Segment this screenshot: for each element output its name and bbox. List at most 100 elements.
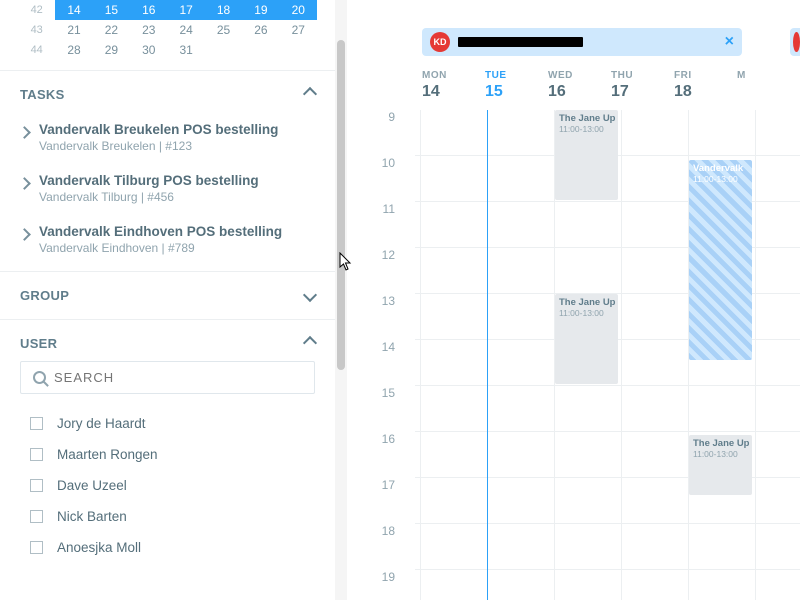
- day-header[interactable]: TUE 15: [485, 66, 548, 105]
- day-number: 14: [422, 83, 485, 101]
- day-number: 18: [674, 83, 737, 101]
- event-time: 11:00-13:00: [559, 124, 614, 134]
- mini-cal-day[interactable]: 28: [55, 40, 92, 60]
- day-header[interactable]: FRI18: [674, 66, 737, 105]
- mini-cal-day[interactable]: 14: [55, 0, 92, 20]
- checkbox[interactable]: [30, 541, 43, 554]
- task-title: Vandervalk Breukelen POS bestelling: [39, 122, 278, 137]
- hour-label: 18: [347, 524, 407, 570]
- user-row[interactable]: Jory de Haardt: [20, 408, 315, 439]
- day-label: THU: [611, 70, 674, 81]
- mini-cal-day[interactable]: [205, 40, 242, 60]
- day-header[interactable]: WED 16: [548, 66, 611, 105]
- user-name: Jory de Haardt: [57, 416, 146, 431]
- event-title: The Jane Up: [693, 438, 748, 449]
- user-header[interactable]: USER: [20, 336, 315, 351]
- mini-cal-day[interactable]: 24: [168, 20, 205, 40]
- checkbox[interactable]: [30, 448, 43, 461]
- event-time: 11:00-13:00: [693, 174, 748, 184]
- mini-cal-day[interactable]: 19: [242, 0, 279, 20]
- task-item[interactable]: Vandervalk Tilburg POS bestellingVanderv…: [20, 163, 315, 214]
- event-time: 11:00-13:00: [559, 308, 614, 318]
- mini-cal-day[interactable]: 27: [280, 20, 317, 40]
- day-label: TUE: [485, 70, 548, 81]
- hour-label: 16: [347, 432, 407, 478]
- scrollbar[interactable]: [335, 0, 347, 600]
- event-title: The Jane Up: [559, 297, 614, 308]
- task-item[interactable]: Vandervalk Eindhoven POS bestelling Vande…: [20, 214, 315, 265]
- grid-column: [420, 110, 487, 600]
- mini-cal-day[interactable]: [280, 40, 317, 60]
- hour-label: 19: [347, 570, 407, 600]
- mini-cal-day[interactable]: 29: [93, 40, 130, 60]
- calendar-event[interactable]: The Jane Up11:00-13:00: [555, 294, 618, 384]
- day-header[interactable]: M: [737, 66, 800, 105]
- grid-column: [621, 110, 688, 600]
- event-title: Vandervalk: [693, 163, 748, 174]
- hour-label: 17: [347, 478, 407, 524]
- day-label: M: [737, 70, 800, 81]
- task-item[interactable]: Vandervalk Breukelen POS bestelling Vande…: [20, 112, 315, 163]
- tasks-header[interactable]: TASKS: [20, 87, 315, 102]
- mini-cal-day[interactable]: 21: [55, 20, 92, 40]
- user-row[interactable]: Anoesjka Moll: [20, 532, 315, 563]
- week-number: 44: [18, 40, 55, 60]
- search-box[interactable]: [20, 361, 315, 394]
- user-row[interactable]: Maarten Rongen: [20, 439, 315, 470]
- task-subtitle: Vandervalk Breukelen | #123: [39, 139, 278, 153]
- mini-cal-day[interactable]: 31: [168, 40, 205, 60]
- user-row[interactable]: Dave Uzeel: [20, 470, 315, 501]
- resource-pill[interactable]: KD ×: [422, 28, 742, 56]
- mini-cal-day[interactable]: 17: [168, 0, 205, 20]
- hour-label: 15: [347, 386, 407, 432]
- calendar-event[interactable]: The Jane Up11:00-13:00: [555, 110, 618, 200]
- mini-cal-day[interactable]: 30: [130, 40, 167, 60]
- mini-cal-day[interactable]: 16: [130, 0, 167, 20]
- day-header[interactable]: THU 17: [611, 66, 674, 105]
- mini-cal-day[interactable]: 20: [280, 0, 317, 20]
- day-label: WED: [548, 70, 611, 81]
- group-header[interactable]: GROUP: [20, 288, 315, 303]
- mini-cal-day[interactable]: 18: [205, 0, 242, 20]
- resource-name: [458, 37, 583, 47]
- mini-cal-day[interactable]: 23: [130, 20, 167, 40]
- checkbox[interactable]: [30, 479, 43, 492]
- chevron-up-icon: [305, 336, 315, 351]
- day-number: 17: [611, 83, 674, 101]
- checkbox[interactable]: [30, 510, 43, 523]
- grid-column: [487, 110, 554, 600]
- search-icon: [33, 371, 46, 384]
- hour-label: 13: [347, 294, 407, 340]
- mini-cal-day[interactable]: 26: [242, 20, 279, 40]
- search-input[interactable]: [54, 370, 302, 385]
- chevron-right-icon: [20, 224, 29, 242]
- avatar: KD: [430, 32, 450, 52]
- scroll-thumb[interactable]: [337, 40, 345, 370]
- sidebar: 4214151617181920432122232425262744282930…: [0, 0, 335, 600]
- hour-label: 11: [347, 202, 407, 248]
- user-name: Nick Barten: [57, 509, 127, 524]
- resource-pill-partial[interactable]: [790, 28, 800, 56]
- close-icon[interactable]: ×: [725, 33, 734, 51]
- user-row[interactable]: Nick Barten: [20, 501, 315, 532]
- user-section: USER Jory de Haardt Maarten Rongen Dave Uz…: [0, 319, 335, 569]
- mini-cal-day[interactable]: 25: [205, 20, 242, 40]
- user-name: Dave Uzeel: [57, 478, 127, 493]
- task-subtitle: Vandervalk Eindhoven | #789: [39, 241, 282, 255]
- mini-cal-day[interactable]: 15: [93, 0, 130, 20]
- day-number: 16: [548, 83, 611, 101]
- mini-calendar[interactable]: 4214151617181920432122232425262744282930…: [0, 0, 335, 70]
- user-label: USER: [20, 336, 57, 351]
- checkbox[interactable]: [30, 417, 43, 430]
- day-number: 15: [485, 83, 548, 101]
- day-header[interactable]: MON14: [422, 66, 485, 105]
- mini-cal-day[interactable]: 22: [93, 20, 130, 40]
- calendar-event[interactable]: The Jane Up11:00-13:00: [689, 435, 752, 495]
- tasks-label: TASKS: [20, 87, 65, 102]
- calendar-grid[interactable]: The Jane Up11:00-13:00The Jane Up11:00-1…: [415, 110, 800, 600]
- task-title: Vandervalk Eindhoven POS bestelling: [39, 224, 282, 239]
- group-section: GROUP: [0, 271, 335, 319]
- calendar-event[interactable]: Vandervalk11:00-13:00: [689, 160, 752, 360]
- avatar: [793, 32, 800, 52]
- mini-cal-day[interactable]: [242, 40, 279, 60]
